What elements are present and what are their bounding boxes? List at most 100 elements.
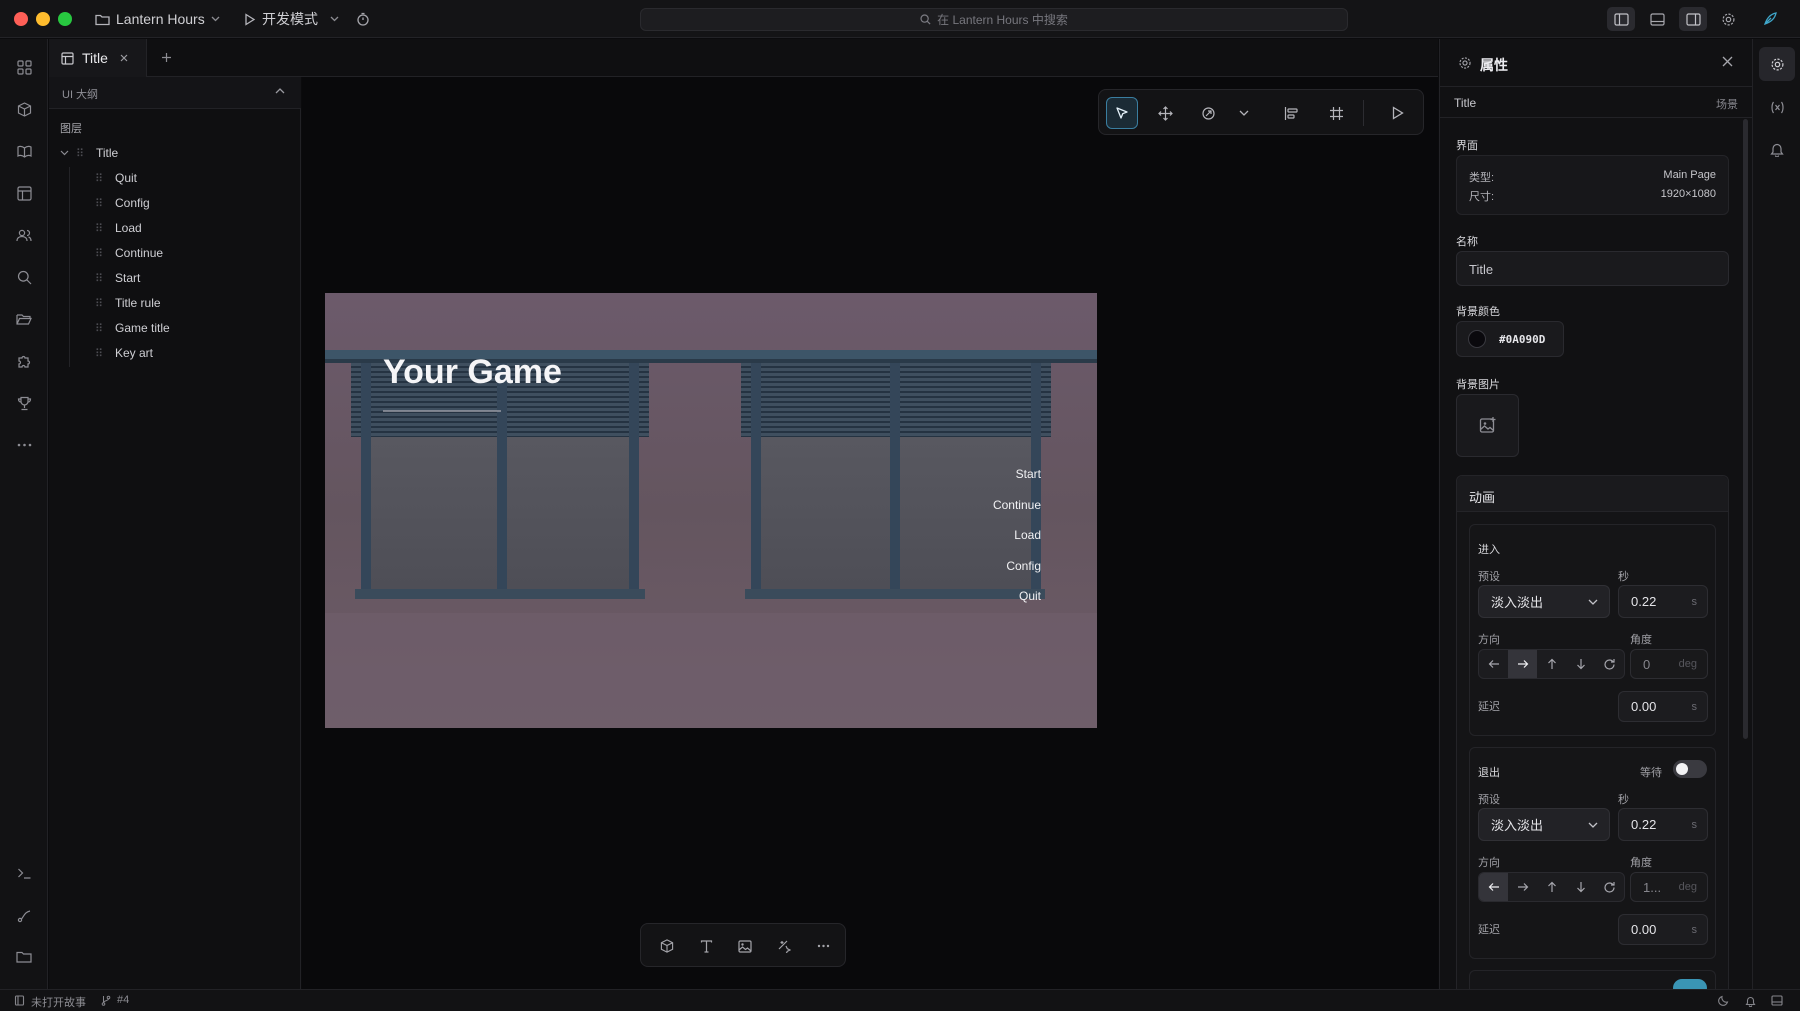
menu-load[interactable]: Load: [1014, 528, 1041, 542]
tree-node-continue[interactable]: ⠿ Continue: [95, 243, 163, 263]
zoom-window-button[interactable]: [58, 12, 72, 26]
enter-angle-input[interactable]: 0 deg: [1630, 649, 1708, 679]
insert-text-button[interactable]: [694, 934, 718, 958]
tree-node-quit[interactable]: ⠿ Quit: [95, 168, 137, 188]
properties-scrollbar[interactable]: [1743, 119, 1748, 739]
drag-handle-icon[interactable]: ⠿: [76, 147, 96, 160]
direction-down-button[interactable]: [1566, 650, 1595, 678]
rail-files[interactable]: [12, 307, 36, 331]
direction-up-button[interactable]: [1537, 873, 1566, 901]
theme-toggle-button[interactable]: [1718, 995, 1729, 1006]
menu-quit[interactable]: Quit: [1019, 589, 1041, 603]
color-swatch[interactable]: [1468, 330, 1486, 348]
animation-header[interactable]: 动画: [1457, 476, 1728, 512]
rail-assets[interactable]: [12, 97, 36, 121]
toggle-right-sidebar-button[interactable]: [1679, 7, 1707, 31]
frame-tool-button[interactable]: [1320, 97, 1352, 129]
layout-button[interactable]: [1771, 995, 1783, 1006]
play-preview-button[interactable]: [1381, 97, 1413, 129]
variables-tab-button[interactable]: [1767, 97, 1787, 117]
enter-delay-input[interactable]: 0.00 s: [1618, 691, 1708, 722]
rail-branch[interactable]: [12, 903, 36, 927]
direction-left-button[interactable]: [1479, 650, 1508, 678]
drag-handle-icon[interactable]: ⠿: [95, 297, 115, 310]
rail-story[interactable]: [12, 139, 36, 163]
wait-toggle[interactable]: [1673, 760, 1707, 778]
rail-dashboard[interactable]: [12, 55, 36, 79]
rail-characters[interactable]: [12, 223, 36, 247]
close-panel-button[interactable]: [1722, 56, 1733, 67]
exit-preset-select[interactable]: 淡入淡出: [1478, 808, 1610, 841]
enter-duration-input[interactable]: 0.22 s: [1618, 585, 1708, 618]
notifications-button[interactable]: [1745, 995, 1756, 1007]
minimize-window-button[interactable]: [36, 12, 50, 26]
drag-handle-icon[interactable]: ⠿: [95, 272, 115, 285]
tree-node-game-title[interactable]: ⠿ Game title: [95, 318, 170, 338]
close-icon[interactable]: [120, 54, 128, 62]
tree-node-root[interactable]: ⠿ Title: [60, 143, 118, 163]
insert-object-button[interactable]: [655, 934, 679, 958]
tree-node-start[interactable]: ⠿ Start: [95, 268, 140, 288]
scene-preview[interactable]: Your Game Start Continue Load Config Qui…: [325, 293, 1097, 728]
insert-effect-button[interactable]: [772, 934, 796, 958]
rail-achievements[interactable]: [12, 391, 36, 415]
search-input[interactable]: 在 Lantern Hours 中搜索: [640, 8, 1348, 31]
rail-layout[interactable]: [12, 181, 36, 205]
tree-node-title-rule[interactable]: ⠿ Title rule: [95, 293, 161, 313]
tree-node-load[interactable]: ⠿ Load: [95, 218, 142, 238]
menu-start[interactable]: Start: [1016, 467, 1041, 481]
insert-image-button[interactable]: [733, 934, 757, 958]
direction-down-button[interactable]: [1566, 873, 1595, 901]
toggle-bottom-panel-button[interactable]: [1643, 7, 1671, 31]
project-switcher[interactable]: Lantern Hours: [95, 7, 220, 31]
drag-handle-icon[interactable]: ⠿: [95, 222, 115, 235]
menu-config[interactable]: Config: [1006, 559, 1041, 573]
exit-delay-input[interactable]: 0.00 s: [1618, 914, 1708, 945]
anchor-tool-button[interactable]: [1192, 97, 1224, 129]
direction-left-button[interactable]: [1479, 873, 1508, 901]
toggle-left-sidebar-button[interactable]: [1607, 7, 1635, 31]
rail-terminal[interactable]: [12, 861, 36, 885]
insert-more-button[interactable]: [811, 934, 835, 958]
exit-duration-input[interactable]: 0.22 s: [1618, 808, 1708, 841]
direction-rotate-button[interactable]: [1595, 650, 1624, 678]
select-tool-button[interactable]: [1106, 97, 1138, 129]
menu-continue[interactable]: Continue: [993, 498, 1041, 512]
direction-right-button[interactable]: [1508, 650, 1537, 678]
settings-button[interactable]: [1714, 7, 1742, 31]
bg-color-picker[interactable]: #0A090D: [1456, 321, 1564, 357]
new-tab-button[interactable]: [158, 49, 174, 65]
title-rule[interactable]: [383, 410, 501, 412]
direction-right-button[interactable]: [1508, 873, 1537, 901]
branch-status[interactable]: #4: [117, 994, 129, 1006]
rail-more[interactable]: [12, 433, 36, 457]
tree-node-config[interactable]: ⠿ Config: [95, 193, 150, 213]
enter-preset-select[interactable]: 淡入淡出: [1478, 585, 1610, 618]
move-tool-button[interactable]: [1149, 97, 1181, 129]
rail-search[interactable]: [12, 265, 36, 289]
exit-angle-input[interactable]: 1... deg: [1630, 872, 1708, 902]
properties-tab-button[interactable]: [1759, 47, 1795, 81]
close-window-button[interactable]: [14, 12, 28, 26]
drag-handle-icon[interactable]: ⠿: [95, 322, 115, 335]
rail-project-folder[interactable]: [12, 945, 36, 969]
story-status[interactable]: 未打开故事: [31, 994, 86, 1010]
direction-rotate-button[interactable]: [1595, 873, 1624, 901]
notifications-tab-button[interactable]: [1767, 139, 1787, 159]
drag-handle-icon[interactable]: ⠿: [95, 247, 115, 260]
game-title[interactable]: Your Game: [383, 353, 562, 392]
rail-plugins[interactable]: [12, 349, 36, 373]
tree-node-key-art[interactable]: ⠿ Key art: [95, 343, 153, 363]
outline-header[interactable]: UI 大纲: [49, 77, 301, 109]
align-tool-button[interactable]: [1275, 97, 1307, 129]
dev-mode-button[interactable]: 开发模式: [244, 7, 339, 31]
bg-image-picker[interactable]: [1456, 394, 1519, 457]
chevron-up-icon[interactable]: [275, 88, 285, 94]
drag-handle-icon[interactable]: ⠿: [95, 347, 115, 360]
drag-handle-icon[interactable]: ⠿: [95, 172, 115, 185]
timer-button[interactable]: [356, 7, 370, 31]
tool-options-dropdown[interactable]: [1232, 97, 1256, 129]
name-field[interactable]: Title: [1456, 251, 1729, 286]
scope-label[interactable]: 场景: [1716, 96, 1738, 112]
tab-title[interactable]: Title: [49, 39, 147, 77]
